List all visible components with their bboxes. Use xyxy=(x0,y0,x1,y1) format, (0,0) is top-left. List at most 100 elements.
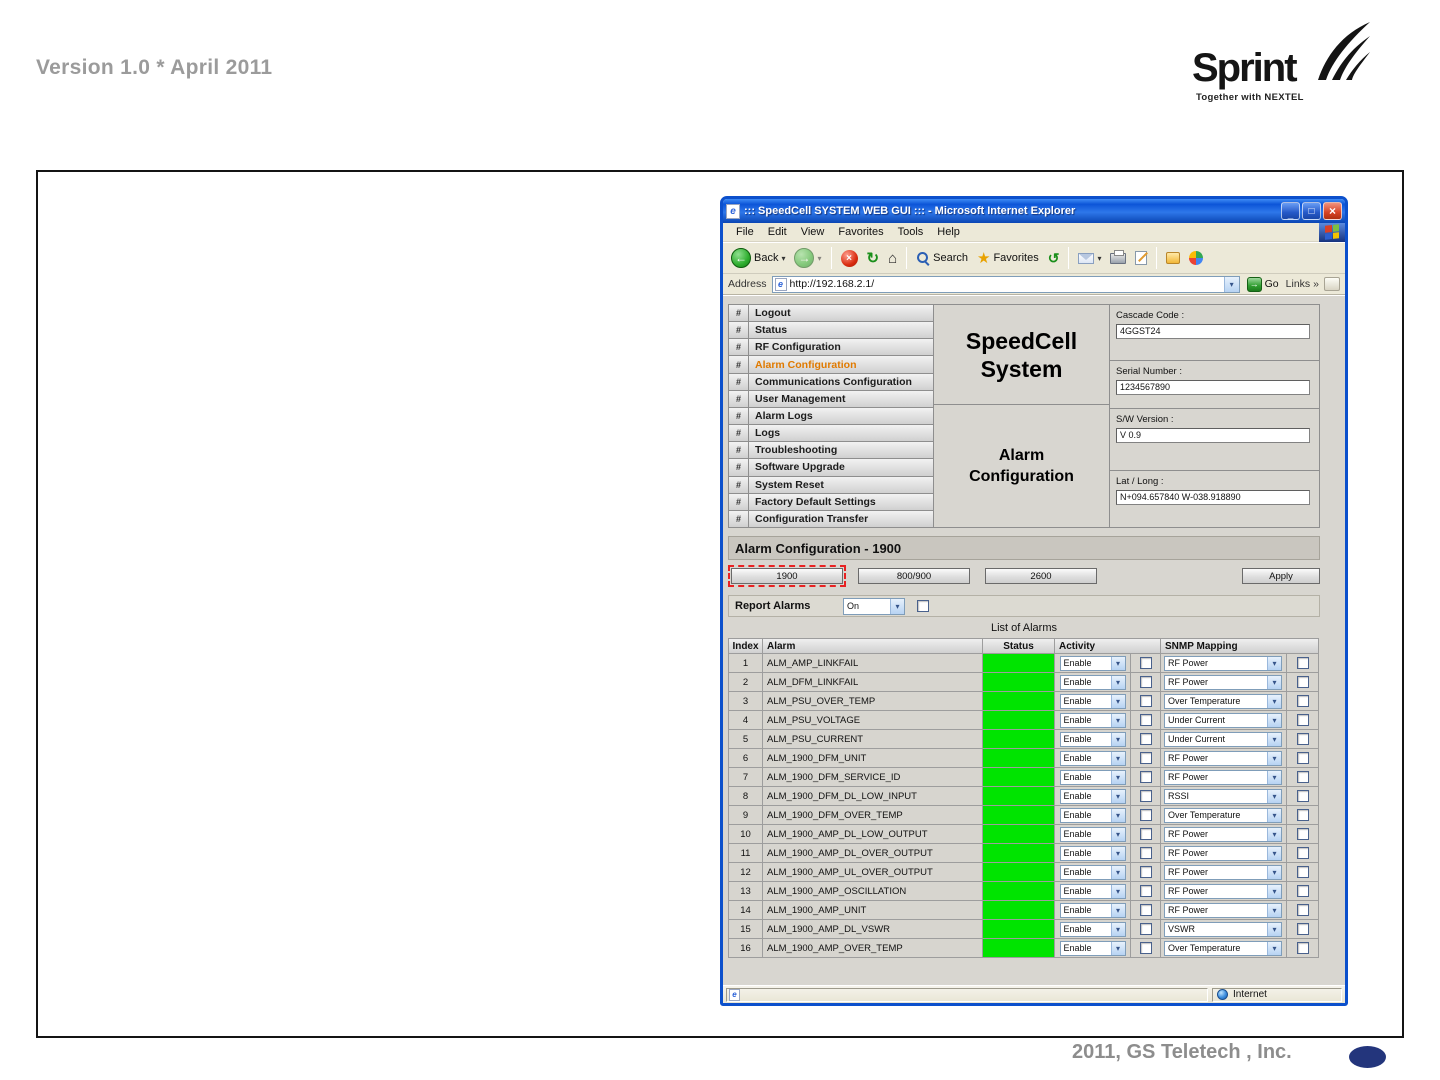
discuss-button[interactable] xyxy=(1163,250,1183,266)
report-alarms-select[interactable]: On ▾ xyxy=(843,597,905,615)
activity-checkbox[interactable] xyxy=(1139,676,1152,688)
refresh-button[interactable]: ↻ xyxy=(864,247,883,269)
nav-item-configuration-transfer[interactable]: # Configuration Transfer xyxy=(729,510,933,528)
info-field-input[interactable]: V 0.9 xyxy=(1116,428,1310,443)
band-button-800-900[interactable]: 800/900 xyxy=(858,568,970,584)
menu-favorites[interactable]: Favorites xyxy=(831,226,890,238)
snmp-mapping-select[interactable]: RF Power ▾ xyxy=(1164,845,1282,861)
snmp-checkbox[interactable] xyxy=(1296,733,1309,745)
activity-select[interactable]: Enable ▾ xyxy=(1059,750,1126,766)
snmp-checkbox[interactable] xyxy=(1296,771,1309,783)
nav-item-communications-configuration[interactable]: # Communications Configuration xyxy=(729,373,933,391)
info-field-input[interactable]: 1234567890 xyxy=(1116,380,1310,395)
messenger-button[interactable] xyxy=(1186,249,1206,267)
menu-tools[interactable]: Tools xyxy=(891,226,931,238)
address-extra-icon[interactable] xyxy=(1324,277,1340,291)
back-button[interactable]: ← Back ▾ xyxy=(728,246,788,270)
history-button[interactable]: ↺ xyxy=(1045,248,1063,269)
activity-select[interactable]: Enable ▾ xyxy=(1059,807,1126,823)
home-button[interactable]: ⌂ xyxy=(885,248,900,269)
snmp-mapping-select[interactable]: RF Power ▾ xyxy=(1164,864,1282,880)
activity-select[interactable]: Enable ▾ xyxy=(1059,864,1126,880)
snmp-mapping-select[interactable]: RF Power ▾ xyxy=(1164,674,1282,690)
snmp-mapping-select[interactable]: RF Power ▾ xyxy=(1164,883,1282,899)
snmp-checkbox[interactable] xyxy=(1296,847,1309,859)
info-field-input[interactable]: 4GGST24 xyxy=(1116,324,1310,339)
band-button-1900[interactable]: 1900 xyxy=(731,568,843,584)
snmp-mapping-select[interactable]: RF Power ▾ xyxy=(1164,750,1282,766)
nav-item-status[interactable]: # Status xyxy=(729,322,933,340)
snmp-mapping-select[interactable]: Over Temperature ▾ xyxy=(1164,693,1282,709)
activity-select[interactable]: Enable ▾ xyxy=(1059,769,1126,785)
activity-checkbox[interactable] xyxy=(1139,733,1152,745)
menu-file[interactable]: File xyxy=(729,226,761,238)
activity-select[interactable]: Enable ▾ xyxy=(1059,655,1126,671)
nav-item-system-reset[interactable]: # System Reset xyxy=(729,476,933,494)
maximize-button[interactable]: □ xyxy=(1302,202,1321,220)
snmp-checkbox[interactable] xyxy=(1296,676,1309,688)
activity-checkbox[interactable] xyxy=(1139,828,1152,840)
menu-view[interactable]: View xyxy=(794,226,832,238)
snmp-mapping-select[interactable]: VSWR ▾ xyxy=(1164,921,1282,937)
info-field-input[interactable]: N+094.657840 W-038.918890 xyxy=(1116,490,1310,505)
chevron-down-icon[interactable]: ▾ xyxy=(1223,276,1239,292)
snmp-mapping-select[interactable]: Under Current ▾ xyxy=(1164,731,1282,747)
nav-item-troubleshooting[interactable]: # Troubleshooting xyxy=(729,442,933,460)
snmp-mapping-select[interactable]: RF Power ▾ xyxy=(1164,902,1282,918)
nav-item-factory-default-settings[interactable]: # Factory Default Settings xyxy=(729,493,933,511)
activity-checkbox[interactable] xyxy=(1139,847,1152,859)
activity-checkbox[interactable] xyxy=(1139,752,1152,764)
snmp-mapping-select[interactable]: Over Temperature ▾ xyxy=(1164,940,1282,956)
activity-select[interactable]: Enable ▾ xyxy=(1059,712,1126,728)
activity-select[interactable]: Enable ▾ xyxy=(1059,883,1126,899)
edit-button[interactable] xyxy=(1132,249,1150,267)
snmp-checkbox[interactable] xyxy=(1296,942,1309,954)
snmp-mapping-select[interactable]: Under Current ▾ xyxy=(1164,712,1282,728)
activity-checkbox[interactable] xyxy=(1139,809,1152,821)
search-button[interactable]: Search xyxy=(913,249,971,267)
menu-help[interactable]: Help xyxy=(930,226,967,238)
activity-select[interactable]: Enable ▾ xyxy=(1059,940,1126,956)
forward-button[interactable]: → ▾ xyxy=(791,246,824,270)
activity-checkbox[interactable] xyxy=(1139,714,1152,726)
nav-item-software-upgrade[interactable]: # Software Upgrade xyxy=(729,459,933,477)
activity-checkbox[interactable] xyxy=(1139,904,1152,916)
activity-select[interactable]: Enable ▾ xyxy=(1059,902,1126,918)
activity-checkbox[interactable] xyxy=(1139,942,1152,954)
print-button[interactable] xyxy=(1107,249,1129,266)
snmp-checkbox[interactable] xyxy=(1296,904,1309,916)
snmp-checkbox[interactable] xyxy=(1296,885,1309,897)
snmp-checkbox[interactable] xyxy=(1296,714,1309,726)
minimize-button[interactable]: _ xyxy=(1281,202,1300,220)
snmp-checkbox[interactable] xyxy=(1296,923,1309,935)
activity-select[interactable]: Enable ▾ xyxy=(1059,826,1126,842)
nav-item-rf-configuration[interactable]: # RF Configuration xyxy=(729,339,933,357)
apply-button[interactable]: Apply xyxy=(1242,568,1320,584)
mail-button[interactable]: ▾ xyxy=(1075,251,1104,266)
close-button[interactable]: × xyxy=(1323,202,1342,220)
snmp-mapping-select[interactable]: RF Power ▾ xyxy=(1164,655,1282,671)
snmp-checkbox[interactable] xyxy=(1296,866,1309,878)
snmp-checkbox[interactable] xyxy=(1296,828,1309,840)
activity-checkbox[interactable] xyxy=(1139,790,1152,802)
activity-checkbox[interactable] xyxy=(1139,657,1152,669)
favorites-button[interactable]: ★ Favorites xyxy=(974,247,1042,269)
snmp-checkbox[interactable] xyxy=(1296,752,1309,764)
activity-checkbox[interactable] xyxy=(1139,866,1152,878)
snmp-checkbox[interactable] xyxy=(1296,657,1309,669)
go-button[interactable]: → Go xyxy=(1245,276,1281,292)
snmp-mapping-select[interactable]: RF Power ▾ xyxy=(1164,769,1282,785)
nav-item-user-management[interactable]: # User Management xyxy=(729,390,933,408)
activity-select[interactable]: Enable ▾ xyxy=(1059,921,1126,937)
links-button[interactable]: Links » xyxy=(1286,278,1319,290)
activity-checkbox[interactable] xyxy=(1139,771,1152,783)
activity-select[interactable]: Enable ▾ xyxy=(1059,845,1126,861)
nav-item-logs[interactable]: # Logs xyxy=(729,425,933,443)
activity-select[interactable]: Enable ▾ xyxy=(1059,674,1126,690)
snmp-checkbox[interactable] xyxy=(1296,809,1309,821)
stop-button[interactable]: × xyxy=(838,248,861,269)
nav-item-logout[interactable]: # Logout xyxy=(729,305,933,323)
band-button-2600[interactable]: 2600 xyxy=(985,568,1097,584)
address-input[interactable]: e http://192.168.2.1/ ▾ xyxy=(771,275,1240,293)
nav-item-alarm-configuration[interactable]: # Alarm Configuration xyxy=(729,356,933,374)
